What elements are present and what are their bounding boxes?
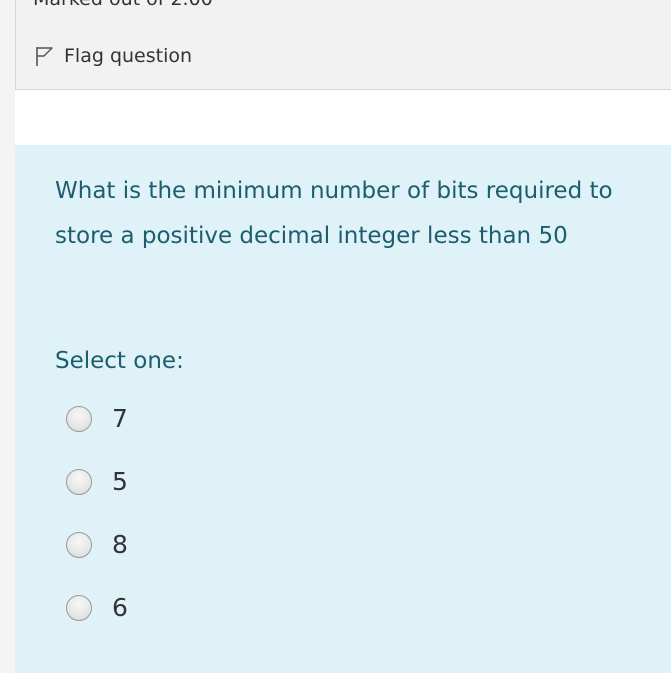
- answer-option-label: 5: [112, 467, 128, 496]
- select-one-prompt: Select one:: [55, 348, 184, 374]
- answer-option-label: 8: [112, 530, 128, 559]
- question-info-panel: Marked out of 2.00 Flag question: [15, 0, 671, 90]
- radio-button[interactable]: [66, 595, 92, 621]
- answer-options: 7 5 8 6: [66, 403, 128, 655]
- flag-question-label: Flag question: [64, 45, 193, 67]
- answer-option-label: 6: [112, 593, 128, 622]
- answer-option[interactable]: 6: [66, 592, 128, 624]
- answer-option[interactable]: 5: [66, 466, 128, 498]
- answer-option[interactable]: 7: [66, 403, 128, 435]
- question-panel: What is the minimum number of bits requi…: [15, 145, 671, 673]
- answer-option[interactable]: 8: [66, 529, 128, 561]
- flag-icon: [35, 45, 55, 67]
- left-gutter: [0, 0, 15, 673]
- question-text: What is the minimum number of bits requi…: [55, 178, 613, 249]
- marked-out-text: Marked out of 2.00: [33, 0, 213, 11]
- answer-option-label: 7: [112, 404, 128, 433]
- radio-button[interactable]: [66, 469, 92, 495]
- flag-question-link[interactable]: Flag question: [35, 42, 192, 70]
- quiz-page: Marked out of 2.00 Flag question What is…: [0, 0, 671, 673]
- radio-button[interactable]: [66, 406, 92, 432]
- radio-button[interactable]: [66, 532, 92, 558]
